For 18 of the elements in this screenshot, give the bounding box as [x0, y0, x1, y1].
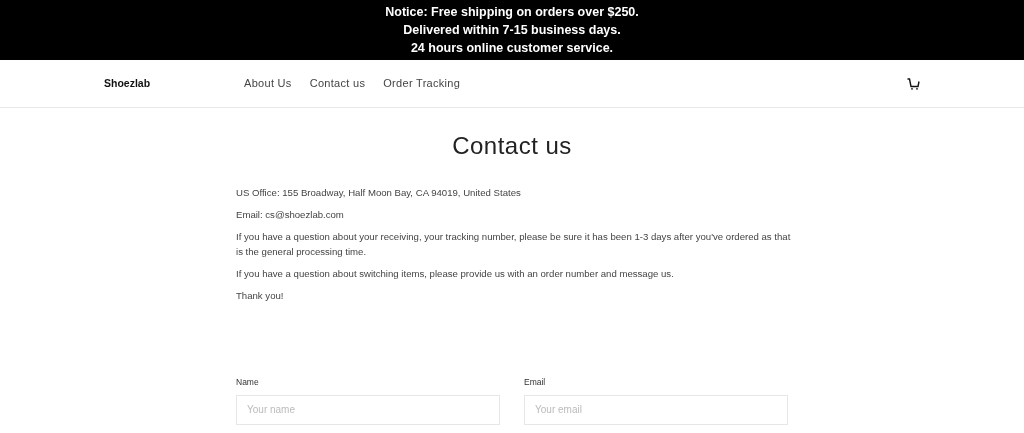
notice-text: Delivered within 7-15 business days.	[402, 22, 622, 39]
input-field[interactable]: Your name	[236, 394, 500, 425]
paragraph: If you have a question about your receiving, your tracking number, please be sure it has been 1-3 days after you've ordered as that is the general processing time.	[236, 229, 792, 260]
paragraph: Email: cs@shoezlab.com	[236, 207, 345, 222]
nav-link[interactable]: Order Tracking	[383, 75, 461, 92]
field-label: Email	[524, 375, 547, 389]
logo[interactable]: Shoezlab	[104, 75, 244, 92]
paragraph: If you have a question about switching items, please provide us with an order number and message us.	[236, 267, 675, 282]
nav-link[interactable]: Contact us	[309, 75, 366, 92]
paragraph: US Office: 155 Broadway, Half Moon Bay, CA 94019, United States	[236, 185, 522, 200]
cart-icon[interactable]	[907, 77, 920, 90]
input-field[interactable]: Your email	[524, 394, 788, 425]
nav-link[interactable]: About Us	[244, 75, 292, 92]
notice-text: 24 hours online customer service.	[409, 40, 615, 57]
paragraph: Thank you!	[236, 289, 285, 304]
page-title: Contact us	[451, 132, 573, 161]
field-label: Name	[236, 375, 260, 389]
notice-text: Notice: Free shipping on orders over $250.	[384, 4, 640, 21]
